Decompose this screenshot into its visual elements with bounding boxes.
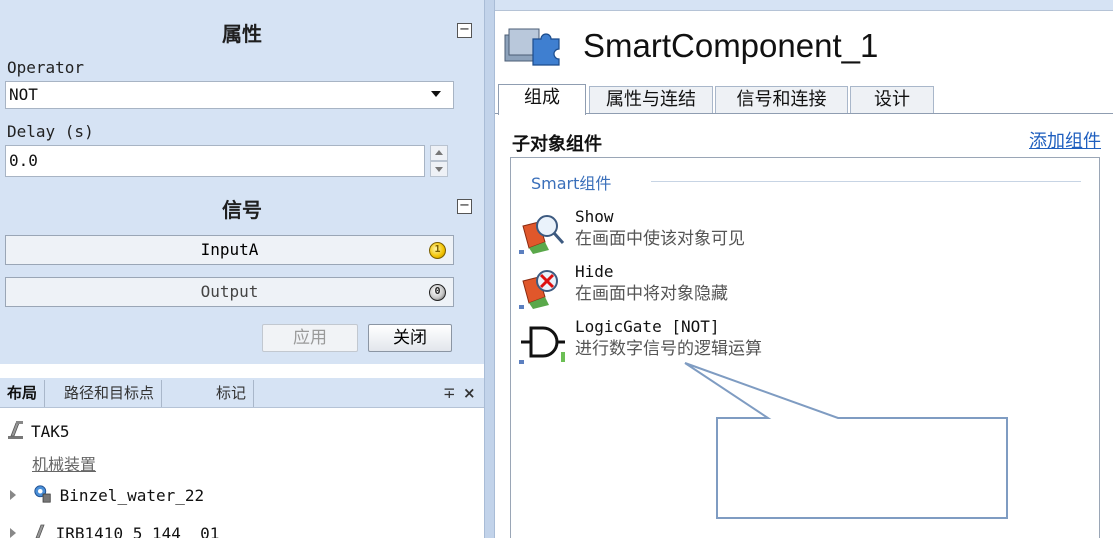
list-item-logicgate[interactable]: LogicGate [NOT] 进行数字信号的逻辑运算 [519,317,919,368]
robot-station-icon [8,421,23,439]
signal-name: Output [200,282,259,301]
group-divider [651,181,1081,182]
tree-item-robot[interactable]: IRB1410_5_144__01 [10,522,219,538]
list-item-hide[interactable]: Hide 在画面中将对象隐藏 [519,262,919,313]
signal-low-indicator-icon: 0 [429,284,446,301]
component-description: 进行数字信号的逻辑运算 [575,339,762,359]
tab-design[interactable]: 设计 [850,86,934,114]
delay-input[interactable]: 0.0 [5,145,425,177]
tree-item-label: TAK5 [31,422,70,441]
panel-splitter[interactable] [484,0,495,538]
delay-value: 0.0 [9,151,38,170]
signal-row-inputa[interactable]: InputA 1 [5,235,454,265]
logic-gate-icon [519,326,565,364]
tab-compose[interactable]: 组成 [498,84,586,115]
list-item-show[interactable]: Show 在画面中使该对象可见 [519,207,919,258]
editor-header: SmartComponent_1 [495,11,1113,84]
layout-tabbar: 布局 路径和目标点 标记 ∓ × [0,378,484,408]
tree-item-tool[interactable]: Binzel_water_22 [10,484,204,505]
tab-underline [495,113,1113,114]
properties-collapse-button[interactable]: − [457,23,472,38]
tree-item-label: IRB1410_5_144__01 [55,524,220,538]
signals-title: 信号 [222,198,262,222]
child-components-title: 子对象组件 [512,134,602,155]
operator-dropdown[interactable]: NOT [5,81,454,109]
tree-item-station[interactable]: TAK5 [7,420,70,441]
expand-arrow-icon[interactable] [10,528,16,538]
chevron-down-icon [431,91,441,97]
hide-component-icon [519,270,558,309]
pin-icon[interactable]: ∓ [443,384,456,402]
tree-item-label: Binzel_water_22 [59,486,205,505]
tab-layout[interactable]: 布局 [0,380,46,407]
operator-label: Operator [7,58,85,77]
signals-collapse-button[interactable]: − [457,199,472,214]
apply-button[interactable]: 应用 [262,324,358,352]
show-component-icon [519,215,565,254]
tab-paths-targets[interactable]: 路径和目标点 [57,380,163,407]
spin-down-icon[interactable] [430,161,448,177]
component-title: SmartComponent_1 [583,27,879,64]
signal-high-indicator-icon: 1 [429,242,446,259]
smart-component-icon [504,28,560,66]
properties-title: 属性 [222,22,262,46]
tab-signals-connections[interactable]: 信号和连接 [715,86,848,114]
document-tab-strip [495,0,1113,11]
spin-up-icon[interactable] [430,145,448,161]
delay-label: Delay (s) [7,122,94,141]
layout-panel: 布局 路径和目标点 标记 ∓ × TAK5 机械装置 Binzel_water_… [0,366,484,538]
add-component-link[interactable]: 添加组件 [1029,127,1101,153]
component-description: 在画面中将对象隐藏 [575,284,728,304]
robot-icon [35,524,45,538]
component-description: 在画面中使该对象可见 [575,229,745,249]
signal-row-output[interactable]: Output 0 [5,277,454,307]
tool-icon [34,485,51,503]
expand-arrow-icon[interactable] [10,490,16,500]
tree-item-mechanism[interactable]: 机械装置 [32,451,96,475]
editor-tabs: 组成 属性与连结 信号和连接 设计 [495,84,1113,115]
properties-panel: 属性 − Operator NOT Delay (s) 0.0 信号 − Inp… [0,0,484,364]
close-icon[interactable]: × [463,384,476,402]
group-label: Smart组件 [531,170,618,194]
signal-name: InputA [200,240,259,259]
tab-properties-bindings[interactable]: 属性与连结 [589,86,713,114]
tab-tags[interactable]: 标记 [209,380,255,407]
close-button[interactable]: 关闭 [368,324,452,352]
component-list: Smart组件 Show 在画面中使该对象可见 Hide 在画面中将对象隐藏 L… [510,157,1100,538]
operator-value: NOT [9,85,38,104]
